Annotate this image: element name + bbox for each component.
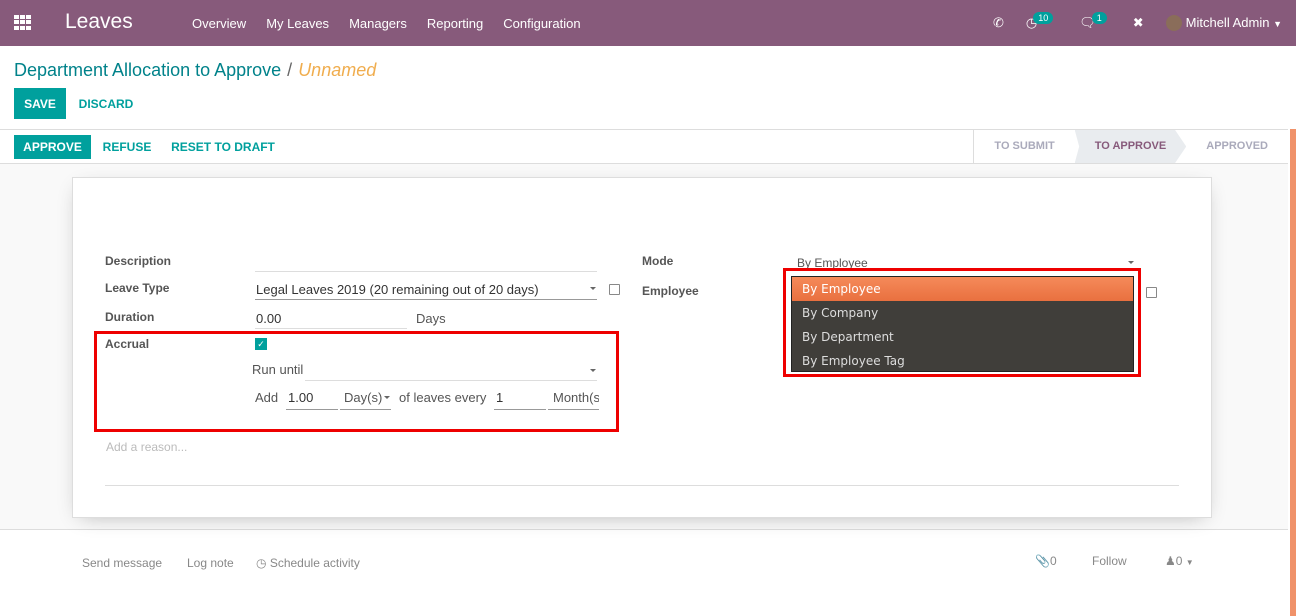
description-input[interactable]	[255, 271, 597, 272]
breadcrumb-current: Unnamed	[298, 60, 377, 80]
leave-type-underline	[255, 299, 597, 300]
highlight-accrual	[94, 331, 619, 432]
messages-button[interactable]: 🗨1	[1079, 12, 1111, 31]
send-message-button[interactable]: Send message	[82, 556, 162, 570]
avatar	[1165, 15, 1182, 32]
schedule-activity-button[interactable]: ◷ Schedule activity	[256, 556, 360, 570]
caret-down-icon	[1128, 261, 1134, 264]
message-badge: 1	[1091, 12, 1107, 24]
follow-button[interactable]: Follow	[1092, 554, 1127, 568]
breadcrumb-parent[interactable]: Department Allocation to Approve	[14, 60, 281, 80]
duration-unit: Days	[416, 311, 446, 326]
log-note-button[interactable]: Log note	[187, 556, 234, 570]
menu-managers[interactable]: Managers	[349, 16, 407, 31]
highlight-mode	[783, 268, 1141, 377]
phone-icon[interactable]: ✆	[993, 15, 1004, 31]
activity-button[interactable]: ◷10	[1026, 12, 1057, 31]
attachment-count: 0	[1049, 554, 1057, 568]
external-link-icon[interactable]	[1146, 287, 1157, 298]
followers-button[interactable]: ♟0 ▼	[1165, 554, 1194, 568]
duration-input[interactable]: 0.00	[256, 311, 281, 326]
description-label: Description	[105, 254, 172, 268]
user-icon: ♟	[1165, 554, 1176, 568]
follower-count: 0	[1175, 554, 1183, 568]
debug-tools-icon[interactable]: ✖	[1133, 15, 1144, 31]
status-bar: APPROVE REFUSE RESET TO DRAFT TO SUBMIT …	[0, 129, 1288, 164]
stage-approved[interactable]: APPROVED	[1186, 130, 1288, 163]
menu-overview[interactable]: Overview	[192, 16, 246, 31]
separator	[105, 485, 1179, 486]
discard-button[interactable]: DISCARD	[72, 88, 140, 119]
duration-label: Duration	[105, 310, 155, 324]
stage-to-approve[interactable]: TO APPROVE	[1074, 130, 1187, 163]
reset-to-draft-button[interactable]: RESET TO DRAFT	[164, 135, 282, 159]
paperclip-icon: 📎	[1035, 554, 1050, 568]
save-button[interactable]: SAVE	[14, 88, 66, 119]
caret-down-icon	[590, 287, 596, 290]
activity-badge: 10	[1033, 12, 1054, 24]
reason-input[interactable]: Add a reason...	[106, 440, 187, 454]
attachments-button[interactable]: 📎0	[1035, 554, 1057, 568]
breadcrumb: Department Allocation to Approve / Unnamed	[14, 60, 377, 80]
mode-label: Mode	[642, 254, 674, 268]
caret-down-icon: ▼	[1185, 558, 1194, 567]
menu-configuration[interactable]: Configuration	[503, 16, 580, 31]
menu-reporting[interactable]: Reporting	[427, 16, 483, 31]
stage-to-submit[interactable]: TO SUBMIT	[974, 130, 1074, 163]
employee-label: Employee	[642, 284, 699, 298]
leave-type-label: Leave Type	[105, 281, 170, 295]
refuse-button[interactable]: REFUSE	[98, 135, 156, 159]
leave-type-input[interactable]: Legal Leaves 2019 (20 remaining out of 2…	[256, 282, 539, 297]
clock-icon: ◷	[256, 556, 267, 570]
schedule-activity-label: Schedule activity	[269, 556, 360, 570]
caret-down-icon: ▼	[1273, 18, 1282, 29]
user-name: Mitchell Admin	[1185, 14, 1270, 30]
app-name: Leaves	[65, 10, 133, 33]
scrollbar[interactable]	[1290, 129, 1296, 616]
apps-menu-icon[interactable]	[14, 15, 31, 30]
approve-button[interactable]: APPROVE	[14, 135, 91, 159]
user-menu[interactable]: Mitchell Admin ▼	[1165, 14, 1282, 32]
menu-my-leaves[interactable]: My Leaves	[266, 16, 329, 31]
external-link-icon[interactable]	[609, 284, 620, 295]
duration-underline	[255, 328, 407, 329]
top-navbar: Leaves Overview My Leaves Managers Repor…	[0, 0, 1296, 46]
